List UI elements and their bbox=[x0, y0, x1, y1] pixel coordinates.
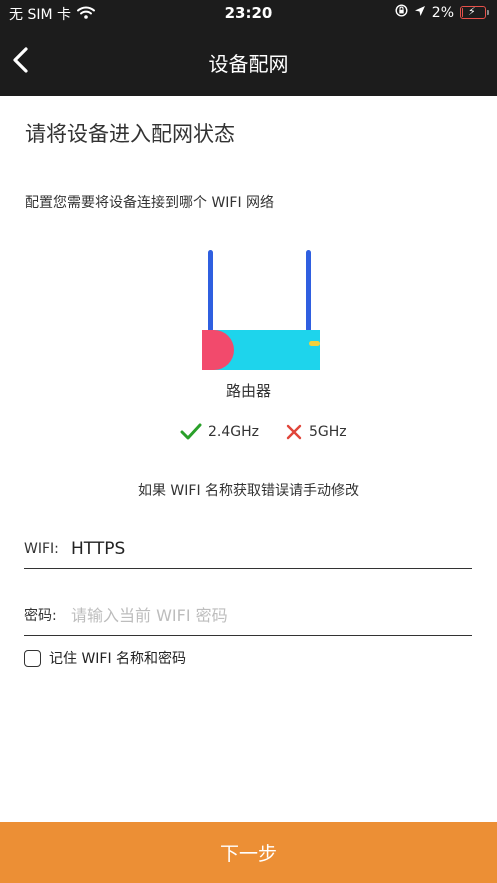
remember-label: 记住 WIFI 名称和密码 bbox=[49, 651, 187, 667]
router-antenna-right bbox=[306, 250, 311, 332]
manual-edit-hint: 如果 WIFI 名称获取错误请手动修改 bbox=[137, 483, 360, 499]
router-illustration bbox=[202, 250, 320, 370]
freq-2-4ghz-label: 2.4GHz bbox=[208, 424, 259, 440]
remember-checkbox[interactable] bbox=[24, 649, 41, 667]
password-input[interactable] bbox=[71, 605, 472, 625]
password-field: 密码: bbox=[24, 595, 472, 636]
status-right: 2% ⚡ bbox=[395, 4, 489, 21]
password-label: 密码: bbox=[24, 608, 57, 624]
check-icon bbox=[180, 423, 202, 440]
orientation-lock-icon bbox=[395, 4, 408, 21]
next-button[interactable]: 下一步 bbox=[0, 822, 497, 883]
wifi-name-value[interactable]: HTTPS bbox=[71, 539, 125, 559]
wifi-field[interactable]: WIFI: HTTPS bbox=[24, 530, 472, 569]
nav-bar: 设备配网 bbox=[0, 26, 497, 96]
router-label: 路由器 bbox=[225, 382, 271, 400]
bolt-icon: ⚡ bbox=[468, 5, 476, 18]
freq-5ghz: 5GHz bbox=[285, 423, 347, 441]
freq-2-4ghz: 2.4GHz bbox=[180, 423, 259, 441]
router-led bbox=[309, 341, 320, 346]
status-bar: 无 SIM 卡 23:20 2% ⚡ bbox=[0, 0, 497, 26]
battery-tip bbox=[487, 10, 489, 15]
battery-body: ⚡ bbox=[460, 5, 486, 19]
section-title: 请将设备进入配网状态 bbox=[25, 122, 235, 146]
cross-icon bbox=[286, 424, 302, 440]
frequency-support: 2.4GHz 5GHz bbox=[180, 423, 347, 441]
battery-percent: 2% bbox=[431, 4, 454, 21]
freq-5ghz-label: 5GHz bbox=[309, 424, 347, 440]
location-icon bbox=[414, 5, 426, 21]
router-antenna-left bbox=[208, 250, 213, 332]
section-description: 配置您需要将设备连接到哪个 WIFI 网络 bbox=[25, 195, 275, 211]
wifi-label: WIFI: bbox=[24, 541, 59, 557]
remember-credentials[interactable]: 记住 WIFI 名称和密码 bbox=[24, 648, 186, 668]
page-title: 设备配网 bbox=[208, 52, 289, 76]
battery-charging-icon: ⚡ bbox=[460, 5, 489, 19]
battery-fill bbox=[462, 8, 463, 17]
